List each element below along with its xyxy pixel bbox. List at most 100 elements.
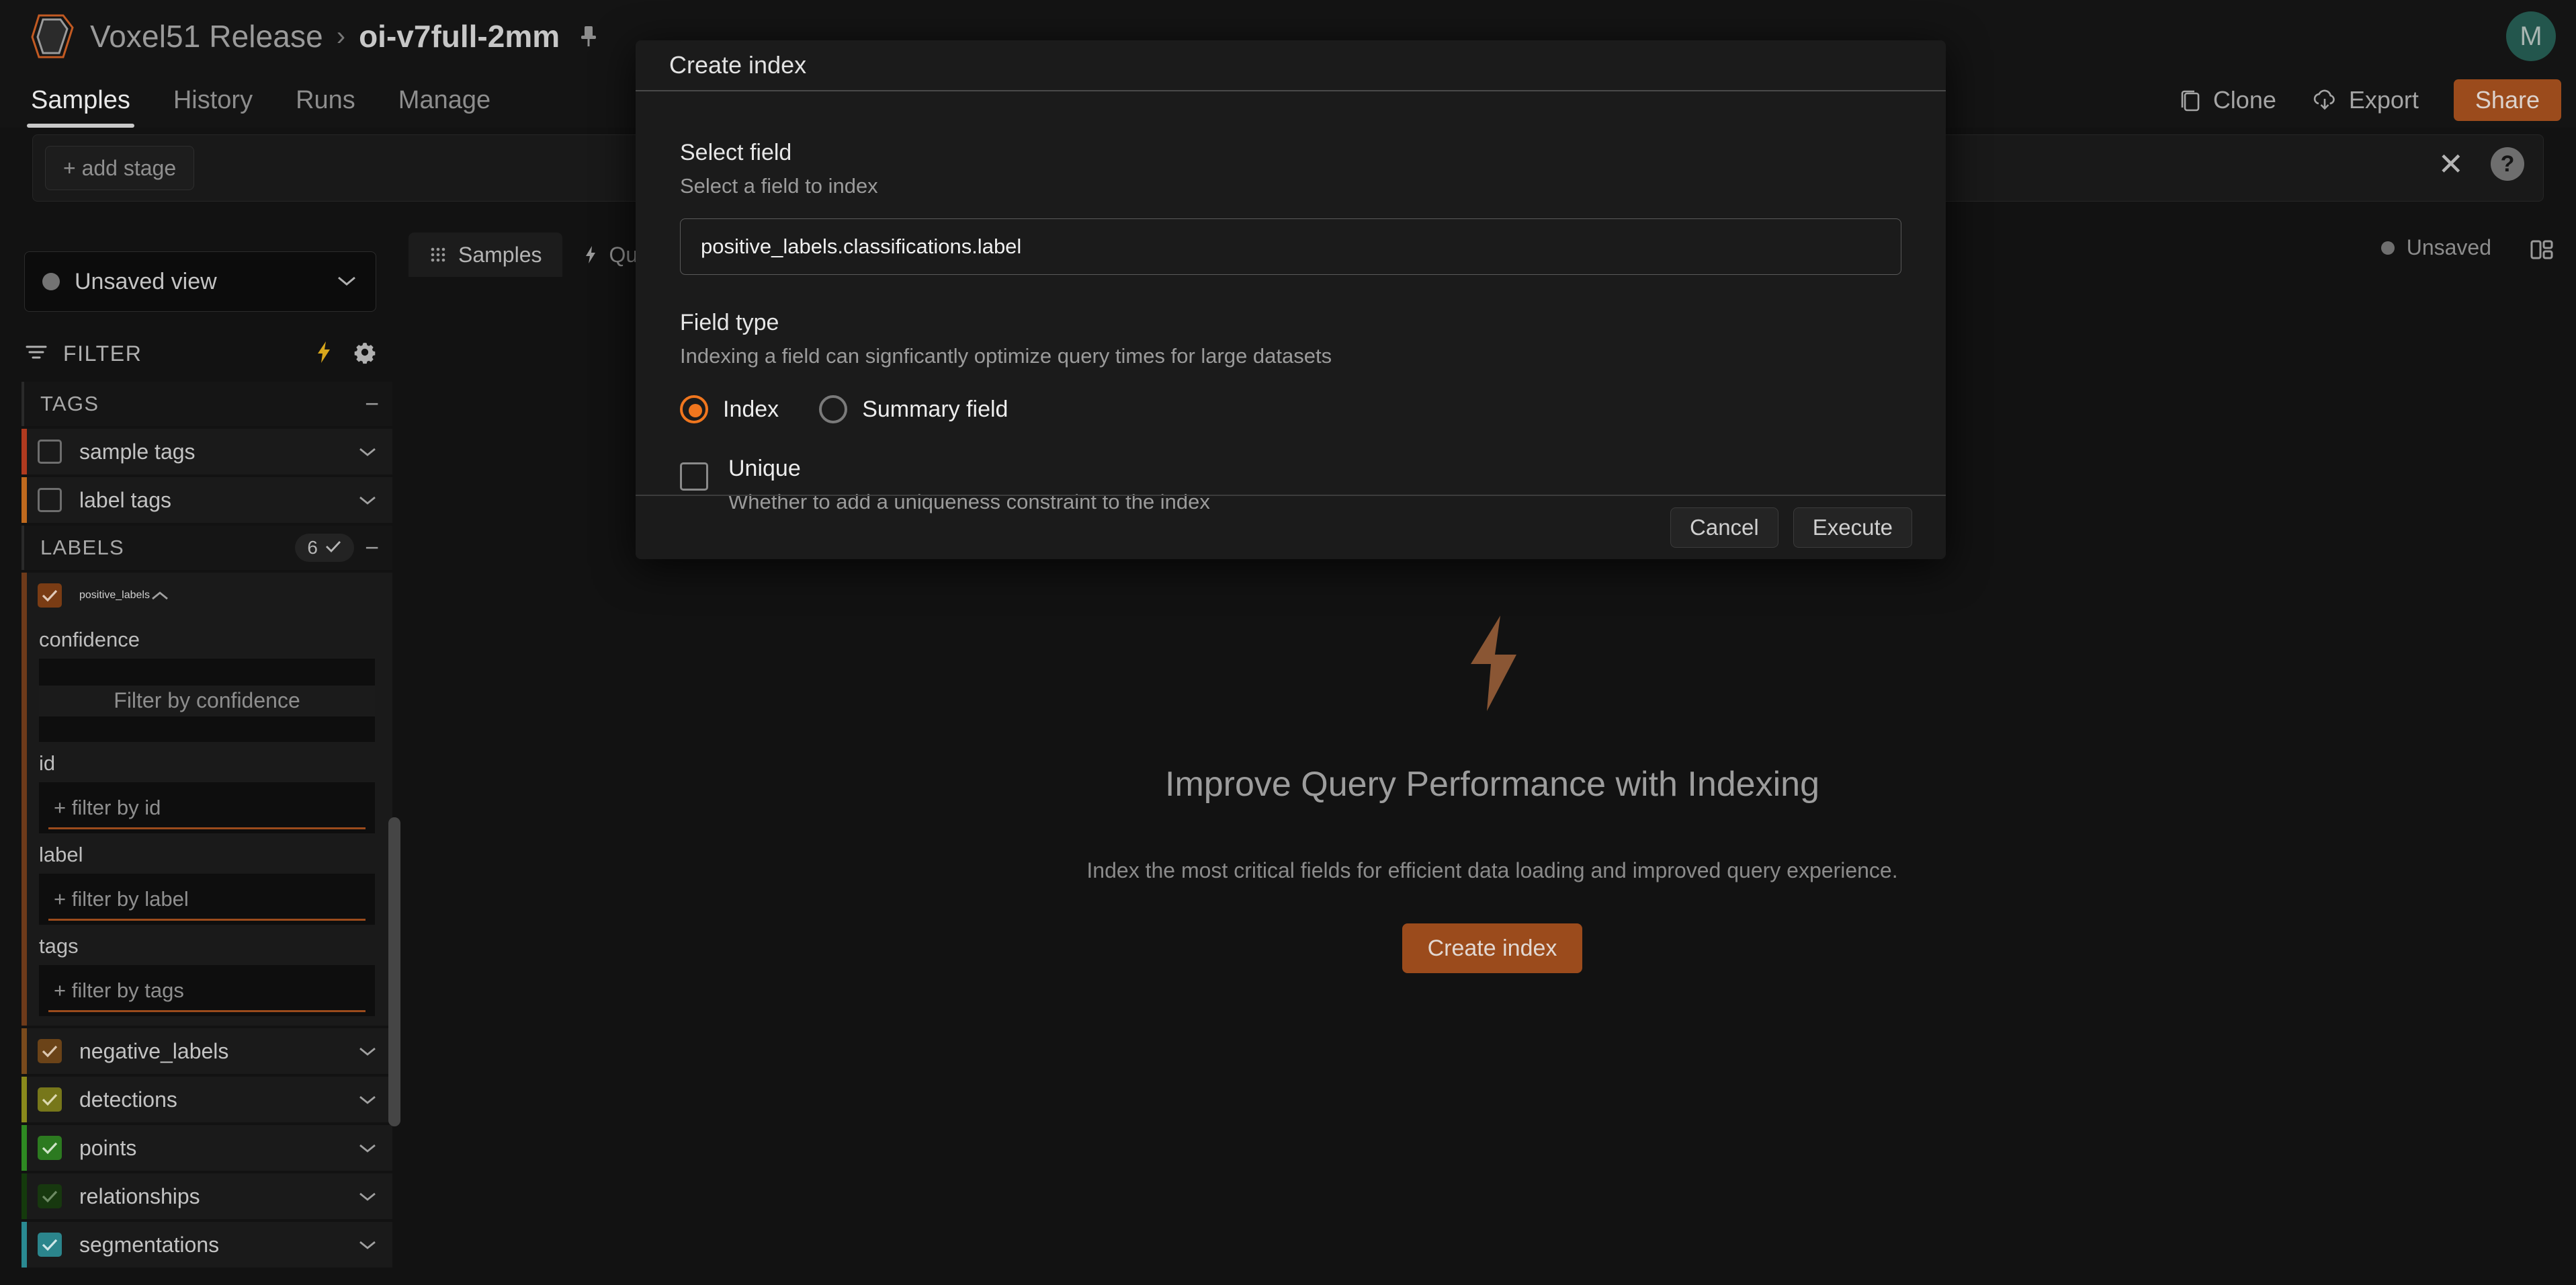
panel-tab-samples[interactable]: Samples [409, 233, 562, 277]
panel-layout-icon[interactable] [2528, 235, 2556, 267]
filter-row-sample-tags[interactable]: sample tags [22, 429, 392, 474]
filter-row-label: segmentations [79, 1232, 220, 1257]
checkbox[interactable] [38, 1136, 62, 1160]
chevron-down-icon[interactable] [335, 273, 358, 291]
radio-index-label: Index [723, 396, 779, 422]
minus-icon[interactable]: − [365, 536, 379, 560]
chevron-down-icon[interactable] [357, 1238, 378, 1251]
chevron-down-icon[interactable] [357, 1093, 378, 1106]
tab-runs-label: Runs [296, 85, 355, 114]
filter-icon [24, 342, 48, 366]
field-type-description: Indexing a field can signficantly optimi… [680, 344, 1332, 368]
row-accent [22, 429, 27, 474]
group-header-tags[interactable]: TAGS − [22, 382, 392, 426]
create-index-button[interactable]: Create index [1402, 923, 1583, 973]
close-icon[interactable]: ✕ [2438, 149, 2464, 179]
minus-icon[interactable]: − [365, 392, 379, 416]
group-header-labels[interactable]: LABELS 6 − [22, 526, 392, 570]
group-title: TAGS [40, 392, 99, 415]
breadcrumb: Voxel51 Release › oi-v7full-2mm [90, 18, 599, 54]
filter-by-tags-input[interactable]: + filter by tags [39, 965, 375, 1016]
clone-button[interactable]: Clone [2178, 86, 2276, 114]
row-accent [22, 1125, 27, 1171]
unsaved-label: Unsaved [2406, 235, 2491, 259]
group-count-badge[interactable]: 6 [295, 534, 354, 562]
checkbox[interactable] [38, 583, 62, 608]
radio-index[interactable]: Index [680, 395, 779, 423]
chevron-down-icon[interactable] [357, 445, 378, 458]
checkbox[interactable] [38, 488, 62, 512]
unique-label: Unique [728, 456, 801, 481]
filter-row-detections[interactable]: detections [22, 1077, 392, 1122]
radio-summary-field[interactable]: Summary field [819, 395, 1008, 423]
filter-row-positive-labels[interactable]: positive_labels [22, 573, 392, 618]
select-field-input[interactable]: positive_labels.classifications.label [680, 218, 1901, 275]
indexing-empty-state: Improve Query Performance with Indexing … [988, 613, 1996, 973]
view-selector-label: Unsaved view [75, 268, 217, 294]
export-button[interactable]: Export [2311, 86, 2419, 114]
tab-manage-label: Manage [398, 85, 491, 114]
subfield-label-confidence: confidence [39, 628, 140, 651]
tab-manage[interactable]: Manage [394, 73, 495, 128]
row-accent [22, 573, 27, 1026]
app-root: Voxel51 Release › oi-v7full-2mm M Sample… [0, 0, 2576, 1285]
tab-samples[interactable]: Samples [27, 73, 134, 128]
checkbox[interactable] [38, 1233, 62, 1257]
avatar[interactable]: M [2506, 11, 2556, 61]
radio-indicator [819, 395, 848, 423]
tab-history[interactable]: History [169, 73, 257, 128]
create-index-modal: Create index Select field Select a field… [636, 40, 1946, 559]
voxel51-logo-icon[interactable] [27, 10, 79, 63]
filter-row-label: negative_labels [79, 1038, 229, 1063]
lightning-icon [583, 245, 599, 265]
select-field-value: positive_labels.classifications.label [701, 235, 1022, 258]
field-type-label: Field type [680, 310, 779, 335]
input-underline [48, 919, 366, 921]
row-accent [22, 1173, 27, 1219]
chevron-down-icon[interactable] [357, 493, 378, 507]
avatar-initial: M [2520, 21, 2542, 51]
share-button[interactable]: Share [2453, 79, 2561, 121]
chevron-up-icon[interactable] [150, 589, 170, 602]
chevron-down-icon[interactable] [357, 1190, 378, 1203]
copy-icon [2178, 87, 2202, 113]
unsaved-status: Unsaved [2380, 235, 2491, 260]
chevron-down-icon[interactable] [357, 1044, 378, 1058]
tab-runs[interactable]: Runs [292, 73, 359, 128]
filter-row-negative-labels[interactable]: negative_labels [22, 1028, 392, 1074]
filter-row-segmentations[interactable]: segmentations [22, 1222, 392, 1268]
help-icon[interactable]: ? [2491, 147, 2524, 181]
radio-indicator [680, 395, 708, 423]
subfield-label-id: id [39, 751, 56, 775]
filter-row-label: detections [79, 1087, 177, 1112]
confidence-slider[interactable]: Filter by confidence [39, 659, 375, 742]
checkbox[interactable] [38, 1087, 62, 1112]
cancel-button[interactable]: Cancel [1670, 507, 1778, 548]
filter-header-label: FILTER [63, 341, 142, 366]
chevron-down-icon[interactable] [357, 1141, 378, 1155]
checkbox[interactable] [38, 440, 62, 464]
filter-row-relationships[interactable]: relationships [22, 1173, 392, 1219]
filter-row-points[interactable]: points [22, 1125, 392, 1171]
filter-row-label-tags[interactable]: label tags [22, 477, 392, 523]
gear-icon[interactable] [352, 339, 378, 368]
filter-by-id-input[interactable]: + filter by id [39, 782, 375, 833]
checkbox[interactable] [38, 1184, 62, 1208]
subfield-label-label: label [39, 843, 83, 866]
execute-button[interactable]: Execute [1793, 507, 1912, 548]
add-stage-button[interactable]: + add stage [45, 146, 195, 190]
sidebar: Unsaved view FILTER TAGS − sample tags l… [0, 226, 403, 1285]
breadcrumb-org[interactable]: Voxel51 Release [90, 18, 323, 54]
filter-header-actions [314, 339, 378, 368]
unique-checkbox[interactable] [680, 462, 708, 491]
tab-samples-label: Samples [31, 85, 130, 114]
sidebar-scrollbar[interactable] [388, 817, 400, 1126]
checkbox[interactable] [38, 1039, 62, 1063]
empty-state-subtitle: Index the most critical fields for effic… [1086, 858, 1898, 882]
top-actions: Clone Export Share [2178, 73, 2561, 128]
view-selector[interactable]: Unsaved view [24, 251, 376, 312]
filter-by-label-input[interactable]: + filter by label [39, 874, 375, 925]
lightning-icon[interactable] [314, 340, 333, 368]
breadcrumb-dataset[interactable]: oi-v7full-2mm [359, 18, 560, 54]
pin-icon[interactable] [578, 25, 599, 48]
